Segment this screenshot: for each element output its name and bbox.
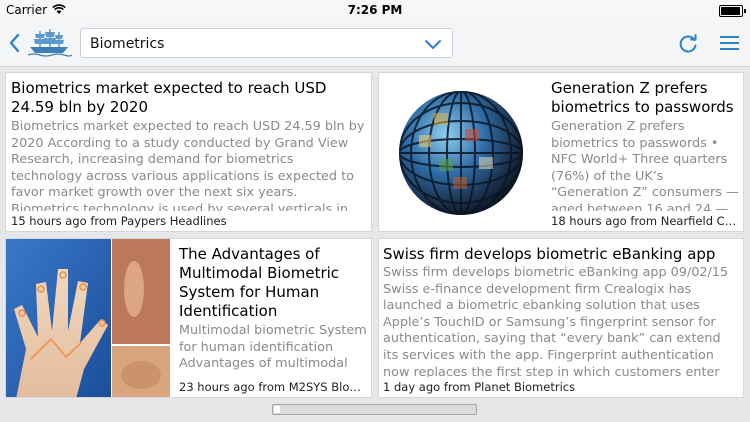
article-summary: Generation Z prefers biometrics to passw…: [551, 119, 739, 211]
article-summary: Multimodal biometric System for human id…: [179, 323, 367, 371]
hand-biometric-image: [6, 239, 170, 397]
back-chevron-icon[interactable]: [6, 31, 24, 55]
globe-image: [379, 73, 541, 231]
article-card[interactable]: Biometrics market expected to reach USD …: [5, 72, 372, 232]
ship-logo-icon: [27, 29, 72, 57]
status-bar: Carrier 7:26 PM: [0, 0, 750, 20]
battery-icon: [719, 5, 746, 17]
article-meta: 15 hours ago from Paypers Headlines: [11, 214, 227, 228]
article-card[interactable]: Swiss firm develops biometric eBanking a…: [378, 238, 744, 398]
article-title: Generation Z prefers biometrics to passw…: [551, 79, 734, 116]
clock: 7:26 PM: [347, 3, 403, 17]
article-meta: 1 day ago from Planet Biometrics: [383, 380, 576, 394]
refresh-icon[interactable]: [677, 33, 699, 55]
nav-bar: Biometrics: [0, 20, 750, 67]
menu-icon[interactable]: [720, 35, 739, 51]
article-title: Biometrics market expected to reach USD …: [11, 79, 327, 116]
article-card[interactable]: Generation Z prefers biometrics to passw…: [378, 72, 744, 232]
chevron-down-icon[interactable]: [424, 38, 442, 50]
battery-level: [721, 7, 740, 15]
article-summary: Biometrics market expected to reach USD …: [11, 119, 365, 211]
progress-fill: [274, 406, 280, 413]
topic-select-value: Biometrics: [90, 36, 165, 52]
article-meta: 23 hours ago from M2SYS Blog ...: [179, 380, 367, 394]
article-title: The Advantages of Multimodal Biometric S…: [179, 245, 340, 320]
article-card[interactable]: The Advantages of Multimodal Biometric S…: [5, 238, 372, 398]
article-summary: Swiss firm develops biometric eBanking a…: [383, 265, 729, 377]
loading-progress-bar: [272, 404, 477, 415]
topic-select[interactable]: Biometrics: [80, 28, 453, 58]
article-meta: 18 hours ago from Nearfield Co...: [551, 214, 737, 228]
article-title: Swiss firm develops biometric eBanking a…: [383, 245, 716, 263]
